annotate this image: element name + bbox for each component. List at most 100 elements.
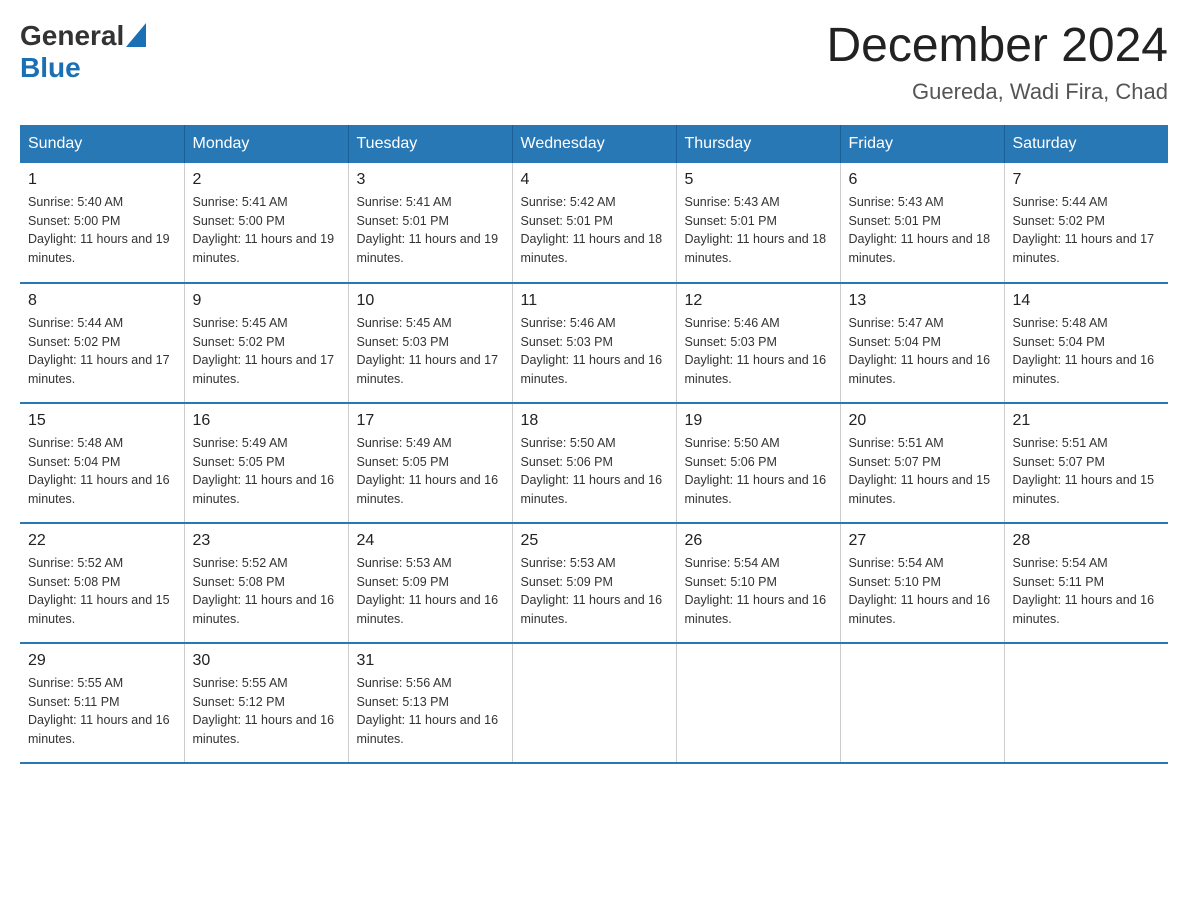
- day-number: 12: [685, 292, 832, 310]
- day-info: Sunrise: 5:40 AMSunset: 5:00 PMDaylight:…: [28, 193, 176, 268]
- logo: General Blue: [20, 20, 146, 84]
- day-info: Sunrise: 5:47 AMSunset: 5:04 PMDaylight:…: [849, 314, 996, 389]
- calendar-cell: 24 Sunrise: 5:53 AMSunset: 5:09 PMDaylig…: [348, 523, 512, 643]
- day-info: Sunrise: 5:43 AMSunset: 5:01 PMDaylight:…: [849, 193, 996, 268]
- calendar-cell: 29 Sunrise: 5:55 AMSunset: 5:11 PMDaylig…: [20, 643, 184, 763]
- day-info: Sunrise: 5:48 AMSunset: 5:04 PMDaylight:…: [28, 434, 176, 509]
- day-number: 31: [357, 652, 504, 670]
- day-info: Sunrise: 5:44 AMSunset: 5:02 PMDaylight:…: [1013, 193, 1161, 268]
- calendar-cell: 11 Sunrise: 5:46 AMSunset: 5:03 PMDaylig…: [512, 283, 676, 403]
- calendar-cell: 5 Sunrise: 5:43 AMSunset: 5:01 PMDayligh…: [676, 163, 840, 283]
- day-number: 9: [193, 292, 340, 310]
- day-number: 25: [521, 532, 668, 550]
- header-saturday: Saturday: [1004, 125, 1168, 163]
- day-info: Sunrise: 5:55 AMSunset: 5:12 PMDaylight:…: [193, 674, 340, 749]
- calendar-cell: 10 Sunrise: 5:45 AMSunset: 5:03 PMDaylig…: [348, 283, 512, 403]
- day-info: Sunrise: 5:54 AMSunset: 5:11 PMDaylight:…: [1013, 554, 1161, 629]
- month-title: December 2024: [826, 20, 1168, 73]
- calendar-cell: 13 Sunrise: 5:47 AMSunset: 5:04 PMDaylig…: [840, 283, 1004, 403]
- calendar-cell: 22 Sunrise: 5:52 AMSunset: 5:08 PMDaylig…: [20, 523, 184, 643]
- header-sunday: Sunday: [20, 125, 184, 163]
- day-number: 14: [1013, 292, 1161, 310]
- calendar-cell: 18 Sunrise: 5:50 AMSunset: 5:06 PMDaylig…: [512, 403, 676, 523]
- day-info: Sunrise: 5:46 AMSunset: 5:03 PMDaylight:…: [685, 314, 832, 389]
- day-info: Sunrise: 5:53 AMSunset: 5:09 PMDaylight:…: [357, 554, 504, 629]
- day-info: Sunrise: 5:56 AMSunset: 5:13 PMDaylight:…: [357, 674, 504, 749]
- calendar-cell: 21 Sunrise: 5:51 AMSunset: 5:07 PMDaylig…: [1004, 403, 1168, 523]
- calendar-cell: [676, 643, 840, 763]
- day-number: 13: [849, 292, 996, 310]
- calendar-cell: 6 Sunrise: 5:43 AMSunset: 5:01 PMDayligh…: [840, 163, 1004, 283]
- calendar-cell: 19 Sunrise: 5:50 AMSunset: 5:06 PMDaylig…: [676, 403, 840, 523]
- day-number: 7: [1013, 171, 1161, 189]
- day-info: Sunrise: 5:44 AMSunset: 5:02 PMDaylight:…: [28, 314, 176, 389]
- day-info: Sunrise: 5:41 AMSunset: 5:00 PMDaylight:…: [193, 193, 340, 268]
- logo-triangle-icon: [126, 23, 146, 47]
- day-info: Sunrise: 5:49 AMSunset: 5:05 PMDaylight:…: [357, 434, 504, 509]
- calendar-cell: 2 Sunrise: 5:41 AMSunset: 5:00 PMDayligh…: [184, 163, 348, 283]
- calendar-cell: 9 Sunrise: 5:45 AMSunset: 5:02 PMDayligh…: [184, 283, 348, 403]
- day-number: 16: [193, 412, 340, 430]
- calendar-cell: [1004, 643, 1168, 763]
- calendar-cell: 25 Sunrise: 5:53 AMSunset: 5:09 PMDaylig…: [512, 523, 676, 643]
- header-wednesday: Wednesday: [512, 125, 676, 163]
- day-info: Sunrise: 5:50 AMSunset: 5:06 PMDaylight:…: [521, 434, 668, 509]
- day-info: Sunrise: 5:50 AMSunset: 5:06 PMDaylight:…: [685, 434, 832, 509]
- location-title: Guereda, Wadi Fira, Chad: [826, 79, 1168, 105]
- calendar-cell: 4 Sunrise: 5:42 AMSunset: 5:01 PMDayligh…: [512, 163, 676, 283]
- day-info: Sunrise: 5:46 AMSunset: 5:03 PMDaylight:…: [521, 314, 668, 389]
- title-section: December 2024 Guereda, Wadi Fira, Chad: [826, 20, 1168, 105]
- calendar-cell: 3 Sunrise: 5:41 AMSunset: 5:01 PMDayligh…: [348, 163, 512, 283]
- day-number: 4: [521, 171, 668, 189]
- calendar-cell: 27 Sunrise: 5:54 AMSunset: 5:10 PMDaylig…: [840, 523, 1004, 643]
- day-number: 2: [193, 171, 340, 189]
- day-info: Sunrise: 5:52 AMSunset: 5:08 PMDaylight:…: [193, 554, 340, 629]
- page-header: General Blue December 2024 Guereda, Wadi…: [20, 20, 1168, 105]
- calendar-cell: 12 Sunrise: 5:46 AMSunset: 5:03 PMDaylig…: [676, 283, 840, 403]
- logo-general: General: [20, 20, 124, 52]
- day-number: 1: [28, 171, 176, 189]
- calendar-header-row: SundayMondayTuesdayWednesdayThursdayFrid…: [20, 125, 1168, 163]
- day-number: 27: [849, 532, 996, 550]
- day-number: 28: [1013, 532, 1161, 550]
- calendar-week-row: 29 Sunrise: 5:55 AMSunset: 5:11 PMDaylig…: [20, 643, 1168, 763]
- day-number: 5: [685, 171, 832, 189]
- calendar-week-row: 22 Sunrise: 5:52 AMSunset: 5:08 PMDaylig…: [20, 523, 1168, 643]
- logo-blue: Blue: [20, 52, 146, 84]
- day-number: 22: [28, 532, 176, 550]
- calendar-table: SundayMondayTuesdayWednesdayThursdayFrid…: [20, 125, 1168, 764]
- day-info: Sunrise: 5:53 AMSunset: 5:09 PMDaylight:…: [521, 554, 668, 629]
- day-info: Sunrise: 5:48 AMSunset: 5:04 PMDaylight:…: [1013, 314, 1161, 389]
- header-monday: Monday: [184, 125, 348, 163]
- day-info: Sunrise: 5:55 AMSunset: 5:11 PMDaylight:…: [28, 674, 176, 749]
- day-info: Sunrise: 5:51 AMSunset: 5:07 PMDaylight:…: [849, 434, 996, 509]
- calendar-cell: 30 Sunrise: 5:55 AMSunset: 5:12 PMDaylig…: [184, 643, 348, 763]
- day-info: Sunrise: 5:54 AMSunset: 5:10 PMDaylight:…: [685, 554, 832, 629]
- day-number: 26: [685, 532, 832, 550]
- calendar-cell: 28 Sunrise: 5:54 AMSunset: 5:11 PMDaylig…: [1004, 523, 1168, 643]
- day-number: 18: [521, 412, 668, 430]
- calendar-cell: 1 Sunrise: 5:40 AMSunset: 5:00 PMDayligh…: [20, 163, 184, 283]
- day-info: Sunrise: 5:42 AMSunset: 5:01 PMDaylight:…: [521, 193, 668, 268]
- calendar-week-row: 15 Sunrise: 5:48 AMSunset: 5:04 PMDaylig…: [20, 403, 1168, 523]
- calendar-week-row: 8 Sunrise: 5:44 AMSunset: 5:02 PMDayligh…: [20, 283, 1168, 403]
- day-number: 15: [28, 412, 176, 430]
- calendar-cell: 7 Sunrise: 5:44 AMSunset: 5:02 PMDayligh…: [1004, 163, 1168, 283]
- calendar-cell: 20 Sunrise: 5:51 AMSunset: 5:07 PMDaylig…: [840, 403, 1004, 523]
- day-number: 19: [685, 412, 832, 430]
- day-info: Sunrise: 5:45 AMSunset: 5:02 PMDaylight:…: [193, 314, 340, 389]
- day-info: Sunrise: 5:51 AMSunset: 5:07 PMDaylight:…: [1013, 434, 1161, 509]
- day-info: Sunrise: 5:54 AMSunset: 5:10 PMDaylight:…: [849, 554, 996, 629]
- day-number: 6: [849, 171, 996, 189]
- header-tuesday: Tuesday: [348, 125, 512, 163]
- day-info: Sunrise: 5:45 AMSunset: 5:03 PMDaylight:…: [357, 314, 504, 389]
- calendar-cell: 17 Sunrise: 5:49 AMSunset: 5:05 PMDaylig…: [348, 403, 512, 523]
- calendar-cell: 31 Sunrise: 5:56 AMSunset: 5:13 PMDaylig…: [348, 643, 512, 763]
- day-number: 24: [357, 532, 504, 550]
- calendar-week-row: 1 Sunrise: 5:40 AMSunset: 5:00 PMDayligh…: [20, 163, 1168, 283]
- day-number: 10: [357, 292, 504, 310]
- day-number: 21: [1013, 412, 1161, 430]
- calendar-cell: [840, 643, 1004, 763]
- day-number: 3: [357, 171, 504, 189]
- calendar-cell: 23 Sunrise: 5:52 AMSunset: 5:08 PMDaylig…: [184, 523, 348, 643]
